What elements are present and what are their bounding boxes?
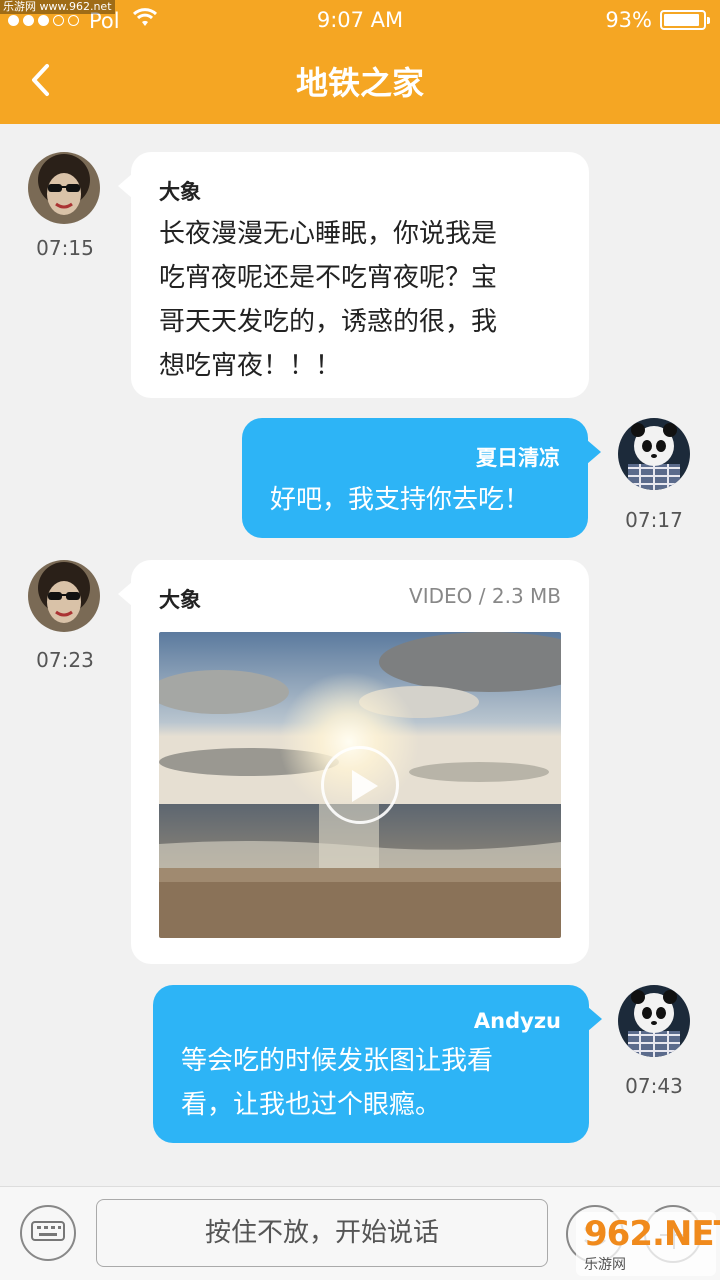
- text-line: 看，让我也过个眼瘾。: [181, 1090, 442, 1120]
- hold-to-talk-button[interactable]: 按住不放，开始说话: [96, 1199, 548, 1267]
- video-meta: VIDEO / 2.3 MB: [409, 584, 561, 608]
- keyboard-icon: [31, 1221, 65, 1245]
- message-time: 07:23: [36, 648, 94, 672]
- page-title: 地铁之家: [295, 64, 424, 102]
- message-time: 07:43: [625, 1074, 683, 1098]
- message-text: 等会吃的时候发张图让我看 看，让我也过个眼瘾。: [181, 1039, 561, 1127]
- avatar-elephant[interactable]: [28, 152, 100, 224]
- message-text: 好吧，我支持你去吃！: [270, 478, 560, 522]
- text-line: 长夜漫漫无心睡眠，你说我是: [159, 219, 498, 249]
- sender-name: Andyzu: [473, 1009, 561, 1033]
- app-header: Pol 9:07 AM 93% 乐游网 www.962.net 地铁之家: [0, 0, 720, 124]
- text-line: 吃宵夜呢还是不吃宵夜呢？宝: [159, 263, 498, 293]
- watermark-subtext: 乐游网: [584, 1257, 626, 1273]
- text-line: 哥天天发吃的，诱惑的很，我: [159, 307, 498, 337]
- battery-fill: [664, 14, 700, 26]
- message-bubble-incoming[interactable]: 大象 长夜漫漫无心睡眠，你说我是 吃宵夜呢还是不吃宵夜呢？宝 哥天天发吃的，诱惑…: [118, 152, 589, 398]
- text-line: 等会吃的时候发张图让我看: [181, 1046, 494, 1076]
- watermark-text: 962.NET: [584, 1214, 720, 1254]
- keyboard-button[interactable]: [20, 1205, 76, 1261]
- avatar-panda[interactable]: [618, 985, 690, 1057]
- message-time: 07:15: [36, 236, 94, 260]
- watermark-top-left: 乐游网 www.962.net: [0, 0, 115, 14]
- battery-percent: 93%: [605, 8, 652, 32]
- sender-name: 夏日清凉: [476, 446, 560, 470]
- input-bar: 按住不放，开始说话 962.NET 乐游网: [0, 1186, 720, 1280]
- message-bubble-incoming-video[interactable]: 大象 VIDEO / 2.3 MB: [118, 560, 589, 964]
- battery-icon: [660, 10, 710, 30]
- message-text: 长夜漫漫无心睡眠，你说我是 吃宵夜呢还是不吃宵夜呢？宝 哥天天发吃的，诱惑的很，…: [159, 212, 561, 388]
- message-bubble-outgoing[interactable]: 夏日清凉 好吧，我支持你去吃！: [242, 418, 601, 538]
- message-bubble-outgoing[interactable]: Andyzu 等会吃的时候发张图让我看 看，让我也过个眼瘾。: [153, 985, 602, 1143]
- sender-name: 大象: [159, 180, 201, 204]
- text-line: 好吧，我支持你去吃！: [270, 485, 531, 515]
- avatar-panda[interactable]: [618, 418, 690, 490]
- watermark-logo: 962.NET 乐游网: [576, 1212, 720, 1276]
- message-time: 07:17: [625, 508, 683, 532]
- battery-status: 93%: [605, 8, 710, 32]
- video-thumbnail[interactable]: [159, 632, 561, 938]
- avatar-elephant[interactable]: [28, 560, 100, 632]
- text-line: 想吃宵夜！！！: [159, 351, 342, 381]
- play-icon[interactable]: [321, 746, 399, 824]
